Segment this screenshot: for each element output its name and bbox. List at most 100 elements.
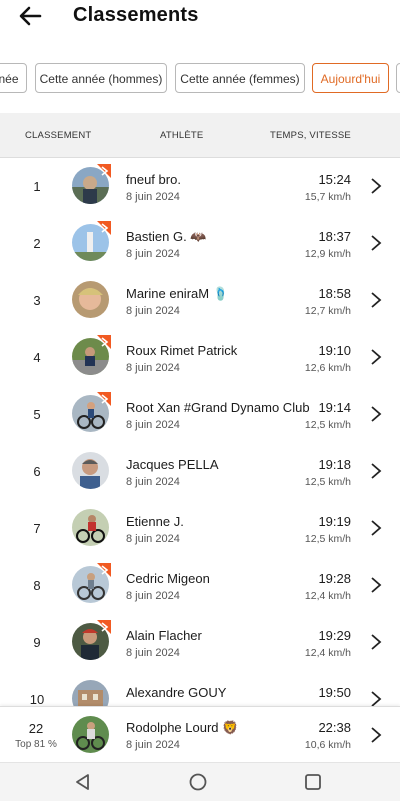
table-row[interactable]: 9 Alain Flacher 8 juin 2024 19:29 12,4 k… [0,614,400,672]
speed: 12,5 km/h [304,419,351,431]
column-athlete: ATHLÈTE [160,130,204,141]
athlete-name[interactable]: Cedric Migeon [126,571,210,586]
table-header: CLASSEMENT ATHLÈTE TEMPS, VITESSE [0,113,400,158]
avatar[interactable] [72,452,109,489]
leaderboard-list: 1 fneuf bro. 8 juin 2024 15:24 15,7 km/h… [0,158,400,706]
elapsed-time: 19:28 [318,571,351,586]
subscriber-badge-icon [97,392,111,406]
rank: 4 [33,350,41,365]
table-row[interactable]: 3 Marine eniraM 🩴 8 juin 2024 18:58 12,7… [0,272,400,330]
activity-date: 8 juin 2024 [126,739,180,751]
elapsed-time: 15:24 [318,172,351,187]
chevron-right-icon[interactable] [370,234,382,252]
square-recents-icon[interactable] [302,771,324,793]
chevron-right-icon[interactable] [370,291,382,309]
chevron-right-icon[interactable] [370,519,382,537]
elapsed-time: 18:37 [318,229,351,244]
chevron-right-icon[interactable] [370,348,382,366]
chevron-right-icon[interactable] [370,576,382,594]
speed: 12,9 km/h [304,248,351,260]
page-title: Classements [73,4,199,26]
filter-chip-this-year-women[interactable]: Cette année (femmes) [175,63,305,93]
subscriber-badge-icon [97,563,111,577]
activity-date: 8 juin 2024 [126,590,180,602]
activity-date: 8 juin 2024 [126,476,180,488]
column-rank: CLASSEMENT [25,130,92,141]
my-rank: 22 [28,721,44,736]
rank: 3 [33,293,41,308]
athlete-name[interactable]: Jacques PELLA [126,457,219,472]
athlete-name[interactable]: Alain Flacher [126,628,202,643]
app-header: Classements [0,0,400,34]
athlete-name[interactable]: Marine eniraM 🩴 [126,286,229,302]
chevron-right-icon[interactable] [370,633,382,651]
activity-date: 8 juin 2024 [126,419,180,431]
system-navigation-bar [0,762,400,801]
speed: 12,5 km/h [304,533,351,545]
table-row[interactable]: 2 Bastien G. 🦇 8 juin 2024 18:37 12,9 km… [0,215,400,273]
avatar[interactable] [72,509,109,546]
chevron-right-icon[interactable] [370,726,382,744]
filter-chips: née Cette année (hommes) Cette année (fe… [0,56,400,106]
athlete-name[interactable]: Alexandre GOUY [126,685,226,700]
elapsed-time: 19:19 [318,514,351,529]
filter-chip-this-year-men[interactable]: Cette année (hommes) [35,63,167,93]
activity-date: 8 juin 2024 [126,305,180,317]
table-row[interactable]: 10 Alexandre GOUY 19:50 [0,671,400,706]
column-time-speed: TEMPS, VITESSE [270,130,351,141]
rank: 5 [33,407,41,422]
avatar[interactable] [72,716,109,753]
athlete-name[interactable]: Rodolphe Lourd 🦁 [126,720,238,736]
athlete-name[interactable]: fneuf bro. [126,172,181,187]
activity-date: 8 juin 2024 [126,362,180,374]
athlete-name[interactable]: Root Xan #Grand Dynamo Club [126,400,310,415]
avatar[interactable] [72,680,109,706]
rank: 8 [33,578,41,593]
speed: 12,5 km/h [304,476,351,488]
elapsed-time: 19:10 [318,343,351,358]
triangle-back-icon[interactable] [72,771,94,793]
elapsed-time: 19:14 [318,400,351,415]
subscriber-badge-icon [97,335,111,349]
activity-date: 8 juin 2024 [126,647,180,659]
avatar[interactable] [72,281,109,318]
current-athlete-row[interactable]: 22 Top 81 % Rodolphe Lourd 🦁 8 juin 2024… [0,706,400,763]
chevron-right-icon[interactable] [370,462,382,480]
table-row[interactable]: 5 Root Xan #Grand Dynamo Club 8 juin 202… [0,386,400,444]
table-row[interactable]: 6 Jacques PELLA 8 juin 2024 19:18 12,5 k… [0,443,400,501]
subscriber-badge-icon [97,620,111,634]
rank: 7 [33,521,41,536]
subscriber-badge-icon [97,164,111,178]
filter-chip-this-year[interactable]: née [0,63,27,93]
activity-date: 8 juin 2024 [126,533,180,545]
filter-chip-more[interactable] [396,63,400,93]
table-row[interactable]: 1 fneuf bro. 8 juin 2024 15:24 15,7 km/h [0,158,400,216]
elapsed-time: 18:58 [318,286,351,301]
subscriber-badge-icon [97,221,111,235]
speed: 12,6 km/h [304,362,351,374]
activity-date: 8 juin 2024 [126,191,180,203]
elapsed-time: 19:50 [318,685,351,700]
table-row[interactable]: 8 Cedric Migeon 8 juin 2024 19:28 12,4 k… [0,557,400,615]
chevron-right-icon[interactable] [370,177,382,195]
rank: 10 [29,692,45,706]
athlete-name[interactable]: Roux Rimet Patrick [126,343,237,358]
speed: 12,7 km/h [304,305,351,317]
table-row[interactable]: 7 Etienne J. 8 juin 2024 19:19 12,5 km/h [0,500,400,558]
elapsed-time: 19:18 [318,457,351,472]
elapsed-time: 19:29 [318,628,351,643]
rank: 2 [33,236,41,251]
speed: 12,4 km/h [304,590,351,602]
athlete-name[interactable]: Etienne J. [126,514,184,529]
chevron-right-icon[interactable] [370,690,382,706]
chevron-right-icon[interactable] [370,405,382,423]
speed: 10,6 km/h [304,739,351,751]
table-row[interactable]: 4 Roux Rimet Patrick 8 juin 2024 19:10 1… [0,329,400,387]
circle-home-icon[interactable] [187,771,209,793]
speed: 12,4 km/h [304,647,351,659]
rank: 9 [33,635,41,650]
rank: 6 [33,464,41,479]
arrow-left-icon[interactable] [16,3,44,29]
filter-chip-today[interactable]: Aujourd'hui [312,63,389,93]
athlete-name[interactable]: Bastien G. 🦇 [126,229,207,245]
